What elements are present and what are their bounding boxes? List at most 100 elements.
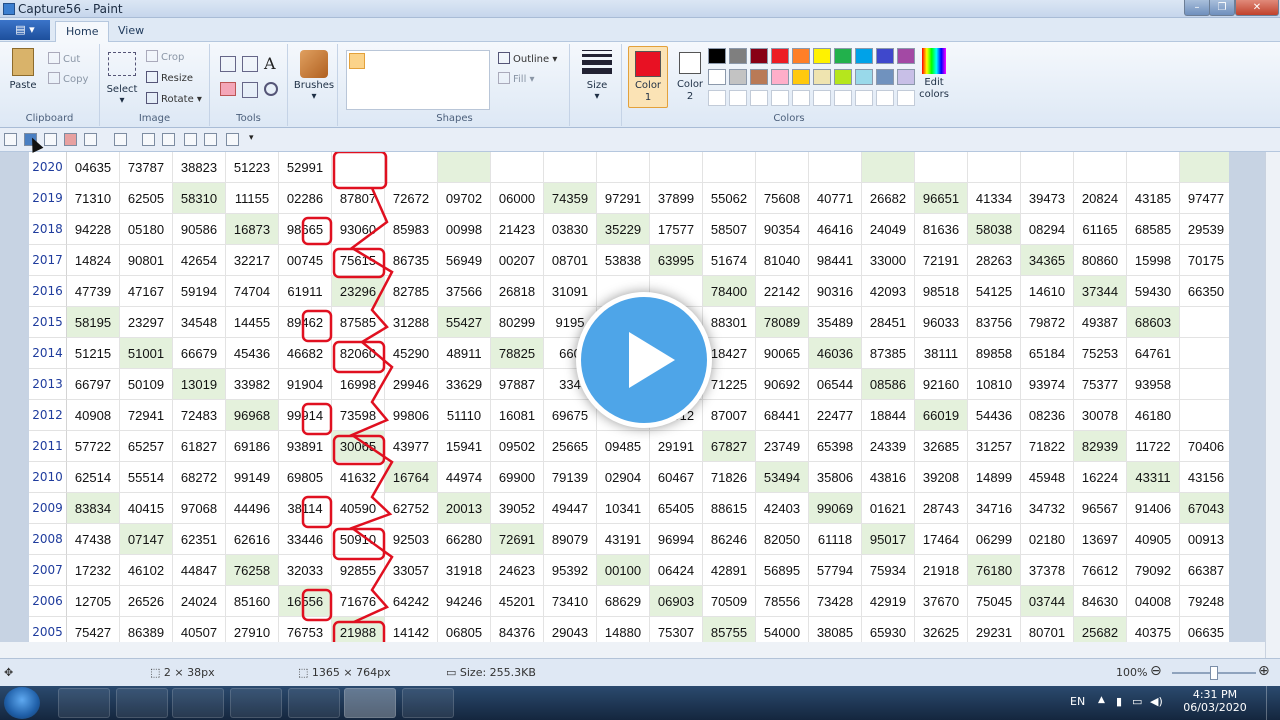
taskbar: EN ▲ ▮ ▭ ◀) 4:31 PM 06/03/2020 [0,686,1280,720]
palette-empty-swatch[interactable] [792,90,810,106]
resize-button[interactable]: Resize [146,71,193,84]
eraser-icon[interactable] [220,82,236,96]
eraser-quick-icon[interactable] [64,133,77,146]
palette-swatch[interactable] [876,69,894,85]
close-button[interactable]: ✕ [1235,0,1279,16]
rotate-button[interactable]: Rotate ▾ [146,92,202,105]
palette-swatch[interactable] [834,69,852,85]
open-file-icon[interactable] [162,133,175,146]
tab-view[interactable]: View [108,21,154,42]
palette-swatch[interactable] [855,48,873,64]
palette-swatch[interactable] [750,48,768,64]
palette-swatch[interactable] [855,69,873,85]
brushes-button[interactable]: Brushes ▾ [292,50,336,102]
minimize-button[interactable]: – [1184,0,1210,16]
video-play-button[interactable] [576,292,712,428]
palette-empty-swatch[interactable] [729,90,747,106]
color-fill-quick-icon[interactable] [114,133,127,146]
shapes-gallery[interactable] [346,50,490,110]
file-explorer-icon[interactable] [116,688,168,718]
magnifier-icon[interactable] [264,82,278,96]
pencil-icon[interactable] [220,56,236,72]
internet-explorer-icon[interactable] [58,688,110,718]
show-desktop-button[interactable] [1266,686,1278,720]
palette-empty-swatch[interactable] [813,90,831,106]
network-icon[interactable]: ▮ [1116,695,1122,708]
paste-button[interactable]: Paste [6,48,40,91]
copy-label: Copy [63,74,89,85]
file-menu-button[interactable]: ▤ ▾ [0,20,50,40]
outline-button[interactable]: Outline ▾ [498,52,557,65]
email-icon[interactable] [226,133,239,146]
cut-button[interactable]: Cut [48,52,80,65]
palette-empty-swatch[interactable] [708,90,726,106]
palette-empty-swatch[interactable] [897,90,915,106]
size-button[interactable]: Size ▾ [578,50,616,102]
fill-icon[interactable] [242,56,258,72]
palette-empty-swatch[interactable] [750,90,768,106]
line-shape-icon[interactable] [349,53,365,69]
edit-colors-button[interactable]: Edit colors [914,48,954,101]
edit-colors-label: Edit colors [919,77,949,100]
palette-swatch[interactable] [750,69,768,85]
media-player-icon[interactable] [172,688,224,718]
palette-swatch[interactable] [729,69,747,85]
palette-empty-swatch[interactable] [771,90,789,106]
print-icon[interactable] [184,133,197,146]
palette-swatch[interactable] [813,48,831,64]
palette-swatch[interactable] [771,48,789,64]
colors-group-label: Colors [773,113,805,124]
line-style-icon[interactable] [84,133,97,146]
select-button[interactable]: Select ▾ [104,52,140,106]
shapes-group: Outline ▾ Fill ▾ Shapes [340,44,570,126]
vertical-scrollbar[interactable] [1265,152,1280,658]
palette-swatch[interactable] [834,48,852,64]
tab-home[interactable]: Home [55,21,110,42]
clock[interactable]: 4:31 PM 06/03/2020 [1182,688,1248,714]
palette-swatch[interactable] [813,69,831,85]
zoom-slider-thumb[interactable] [1210,666,1218,680]
green-app-icon[interactable] [288,688,340,718]
copy-button[interactable]: Copy [48,72,88,85]
crop-button[interactable]: Crop [146,50,184,63]
battery-icon[interactable]: ▭ [1132,695,1142,708]
redo-icon[interactable] [44,133,57,146]
save-icon[interactable] [4,133,17,146]
palette-swatch[interactable] [729,48,747,64]
palette-swatch[interactable] [771,69,789,85]
paste-icon [12,48,34,76]
print-preview-icon[interactable] [204,133,217,146]
palette-swatch[interactable] [708,69,726,85]
volume-icon[interactable]: ◀) [1150,695,1163,708]
video-app-icon[interactable] [402,688,454,718]
fill-button[interactable]: Fill ▾ [498,72,535,85]
color1-button[interactable]: Color 1 [628,46,668,108]
palette-swatch[interactable] [792,69,810,85]
start-button[interactable] [4,687,40,719]
palette-empty-swatch[interactable] [834,90,852,106]
color2-button[interactable]: Color 2 [670,46,710,108]
zoom-out-button[interactable]: ⊖ [1150,663,1162,679]
customize-toolbar-icon[interactable]: ▾ [249,133,254,143]
maximize-button[interactable]: ❐ [1209,0,1235,16]
palette-swatch[interactable] [897,48,915,64]
palette-empty-swatch[interactable] [876,90,894,106]
palette-empty-swatch[interactable] [855,90,873,106]
snipping-tool-icon[interactable] [230,688,282,718]
color-picker-icon[interactable] [242,82,258,98]
paint-app-icon[interactable] [3,3,15,15]
new-file-icon[interactable] [142,133,155,146]
paint-taskbar-icon[interactable] [344,688,396,718]
input-language[interactable]: EN [1070,695,1085,708]
play-icon [629,332,675,388]
horizontal-scrollbar[interactable] [0,642,1265,658]
palette-swatch[interactable] [708,48,726,64]
text-icon[interactable]: A [264,54,276,73]
zoom-in-button[interactable]: ⊕ [1258,663,1270,679]
tray-expand-icon[interactable]: ▲ [1098,695,1105,705]
zoom-slider[interactable] [1172,666,1256,680]
palette-swatch[interactable] [876,48,894,64]
selection-size-value: 2 × 38px [163,666,215,679]
palette-swatch[interactable] [897,69,915,85]
palette-swatch[interactable] [792,48,810,64]
